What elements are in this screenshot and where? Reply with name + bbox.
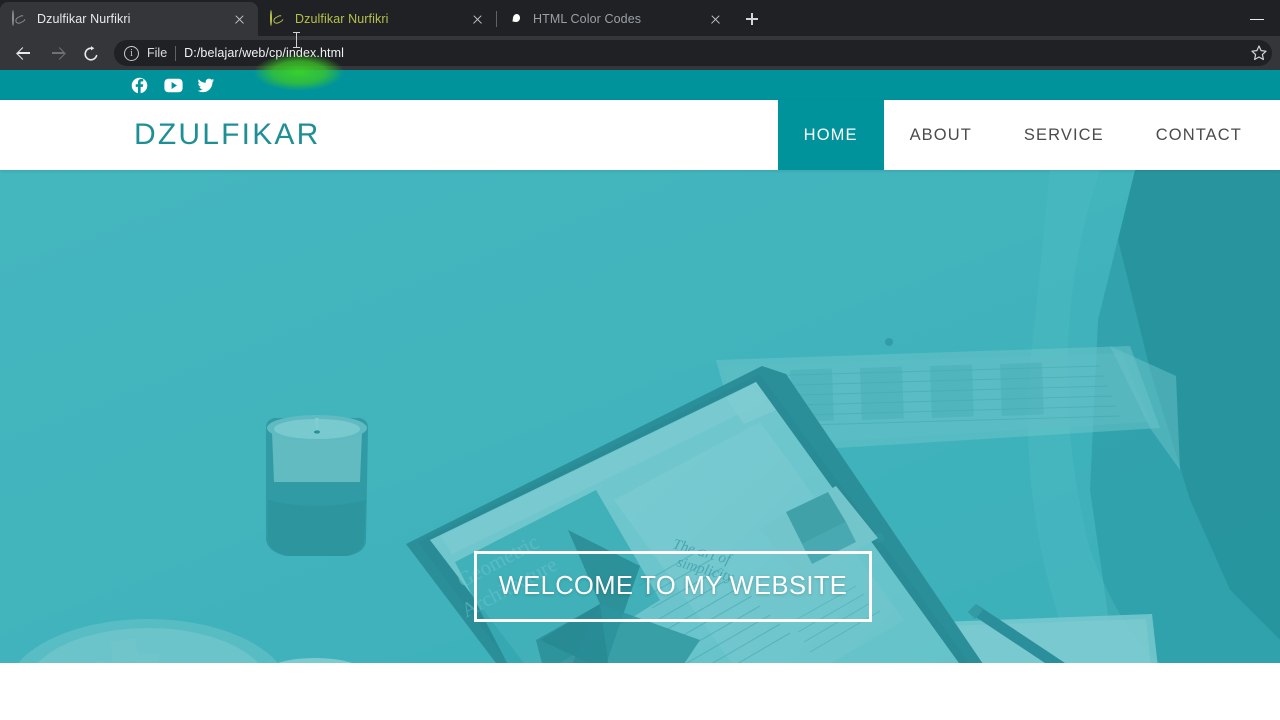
- site-logo[interactable]: DZULFIKAR: [0, 100, 321, 170]
- url-text: D:/belajar/web/cp/index.html: [184, 46, 344, 60]
- page-content-below-hero: [0, 663, 1280, 720]
- browser-toolbar: File D:/belajar/web/cp/index.html: [0, 36, 1280, 70]
- forward-arrow-icon[interactable]: [40, 38, 74, 68]
- tab-title: Dzulfikar Nurfikri: [37, 12, 131, 26]
- address-bar[interactable]: File D:/belajar/web/cp/index.html: [114, 40, 1272, 66]
- web-page: DZULFIKAR HOME ABOUT SERVICE CONTACT The…: [0, 70, 1280, 720]
- new-tab-button[interactable]: [738, 5, 766, 33]
- browser-tab[interactable]: HTML Color Codes: [496, 2, 734, 36]
- site-navbar: DZULFIKAR HOME ABOUT SERVICE CONTACT: [0, 100, 1280, 170]
- hero-section: The art of simplicity Geometric Architec…: [0, 170, 1280, 663]
- hero-headline: WELCOME TO MY WEBSITE: [498, 572, 848, 600]
- back-arrow-icon[interactable]: [6, 38, 40, 68]
- tab-divider: [496, 11, 497, 27]
- social-topbar: [0, 70, 1280, 100]
- close-icon[interactable]: [468, 10, 486, 28]
- color-drop-icon: [508, 11, 524, 27]
- tab-strip: Dzulfikar Nurfikri Dzulfikar Nurfikri HT…: [0, 0, 1280, 36]
- nav-item-home[interactable]: HOME: [777, 100, 884, 170]
- text-cursor-icon: [293, 32, 300, 48]
- tab-title: Dzulfikar Nurfikri: [295, 12, 389, 26]
- youtube-icon[interactable]: [164, 77, 183, 94]
- star-icon[interactable]: [1250, 44, 1268, 62]
- twitter-icon[interactable]: [197, 77, 215, 94]
- close-icon[interactable]: [230, 10, 248, 28]
- reload-icon[interactable]: [74, 38, 108, 68]
- browser-tab[interactable]: Dzulfikar Nurfikri: [0, 2, 258, 36]
- nav-item-contact[interactable]: CONTACT: [1130, 100, 1280, 170]
- globe-icon: [12, 10, 28, 27]
- url-scheme-label: File: [147, 46, 168, 60]
- nav-menu: HOME ABOUT SERVICE CONTACT: [777, 100, 1280, 170]
- browser-tab[interactable]: Dzulfikar Nurfikri: [258, 2, 496, 36]
- browser-chrome: Dzulfikar Nurfikri Dzulfikar Nurfikri HT…: [0, 0, 1280, 92]
- minimize-icon[interactable]: [1234, 0, 1280, 36]
- facebook-icon[interactable]: [131, 77, 148, 94]
- omnibox-divider: [175, 45, 177, 61]
- nav-item-about[interactable]: ABOUT: [884, 100, 998, 170]
- info-circle-icon[interactable]: [124, 45, 139, 61]
- tab-title: HTML Color Codes: [533, 12, 642, 26]
- globe-icon: [270, 10, 286, 27]
- window-controls: [1234, 0, 1280, 36]
- hero-headline-box: WELCOME TO MY WEBSITE: [474, 551, 872, 622]
- close-icon[interactable]: [706, 10, 724, 28]
- nav-item-service[interactable]: SERVICE: [998, 100, 1130, 170]
